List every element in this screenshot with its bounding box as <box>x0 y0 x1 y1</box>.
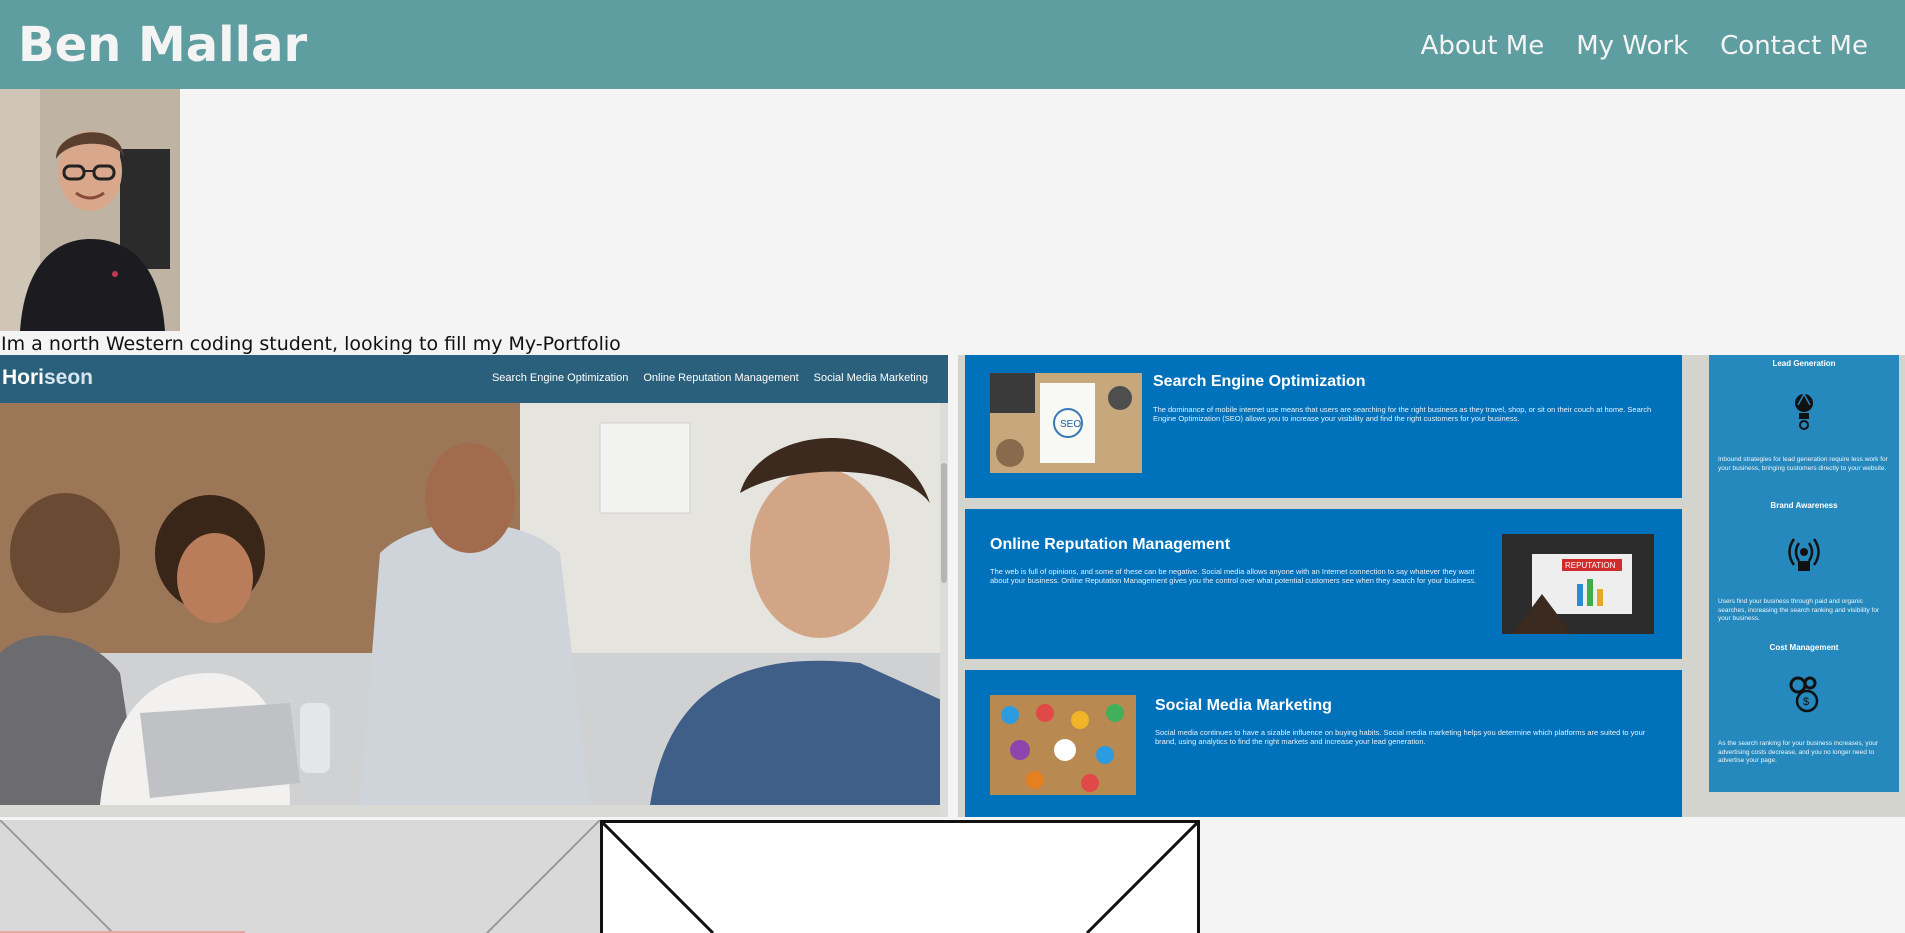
project-screenshot-horiseon-content[interactable]: SEO Search Engine Optimization The domin… <box>958 355 1905 817</box>
benefit-text: Users find your business through paid an… <box>1718 598 1880 622</box>
portfolio-grid: Horiseon Search Engine Optimization Onli… <box>0 355 1905 817</box>
reputation-image: REPUTATION <box>1502 534 1654 634</box>
benefit-lead-generation: Lead Generation Inbound strategies for l… <box>1709 359 1899 494</box>
social-media-image <box>990 695 1136 795</box>
benefit-title: Brand Awareness <box>1770 501 1838 510</box>
card-seo-title: Search Engine Optimization <box>1153 373 1366 390</box>
site-header: Ben Mallar About Me My Work Contact Me <box>0 0 1905 89</box>
project-placeholder-1[interactable] <box>0 820 600 933</box>
benefit-title: Lead Generation <box>1772 359 1836 368</box>
project-screenshot-horiseon-hero[interactable]: Horiseon Search Engine Optimization Onli… <box>0 355 948 817</box>
seo-badge: SEO <box>1060 419 1081 430</box>
benefit-cost-management: Cost Management $ As the search ranking … <box>1709 643 1899 778</box>
card-seo: SEO Search Engine Optimization The domin… <box>965 355 1682 498</box>
horiseon-nav-smm: Social Media Marketing <box>813 372 928 384</box>
horiseon-logo: Horiseon <box>2 366 94 389</box>
main-nav: About Me My Work Contact Me <box>1421 28 1868 64</box>
hero-image <box>0 403 948 805</box>
card-orm-text: The web is full of opinions, and some of… <box>990 567 1477 585</box>
card-orm-title: Online Reputation Management <box>990 536 1231 553</box>
lightbulb-icon <box>1795 392 1813 430</box>
benefit-text: As the search ranking for your business … <box>1718 740 1879 764</box>
scrollbar[interactable] <box>940 403 948 817</box>
bio-text: Im a north Western coding student, looki… <box>1 333 621 355</box>
reputation-badge: REPUTATION <box>1565 561 1616 570</box>
nav-about-me[interactable]: About Me <box>1421 28 1545 64</box>
horiseon-nav: Search Engine Optimization Online Reputa… <box>492 372 928 384</box>
benefit-text: Inbound strategies for lead generation r… <box>1718 456 1888 472</box>
benefits-sidebar: Lead Generation Inbound strategies for l… <box>1709 355 1899 792</box>
card-orm: Online Reputation Management The web is … <box>965 509 1682 659</box>
site-title: Ben Mallar <box>18 17 308 73</box>
horiseon-nav-orm: Online Reputation Management <box>643 372 799 384</box>
svg-text:$: $ <box>1803 696 1809 708</box>
profile-photo <box>0 89 180 331</box>
card-seo-text: The dominance of mobile internet use mea… <box>1153 405 1652 423</box>
benefit-title: Cost Management <box>1769 643 1839 652</box>
horiseon-nav-seo: Search Engine Optimization <box>491 372 629 384</box>
card-smm-title: Social Media Marketing <box>1155 697 1332 714</box>
project-placeholder-2[interactable] <box>600 820 1200 933</box>
seo-image: SEO <box>990 373 1142 473</box>
broadcast-icon <box>1788 538 1820 571</box>
card-smm-text: Social media continues to have a sizable… <box>1155 728 1646 746</box>
card-smm: Social Media Marketing Social media cont… <box>965 670 1682 817</box>
scrollbar-thumb[interactable] <box>941 463 947 583</box>
horiseon-header: Horiseon Search Engine Optimization Onli… <box>0 355 948 403</box>
nav-my-work[interactable]: My Work <box>1576 28 1688 64</box>
nav-contact-me[interactable]: Contact Me <box>1720 28 1868 64</box>
gears-dollar-icon: $ <box>1789 676 1819 713</box>
benefit-brand-awareness: Brand Awareness Users find your business… <box>1709 501 1899 636</box>
